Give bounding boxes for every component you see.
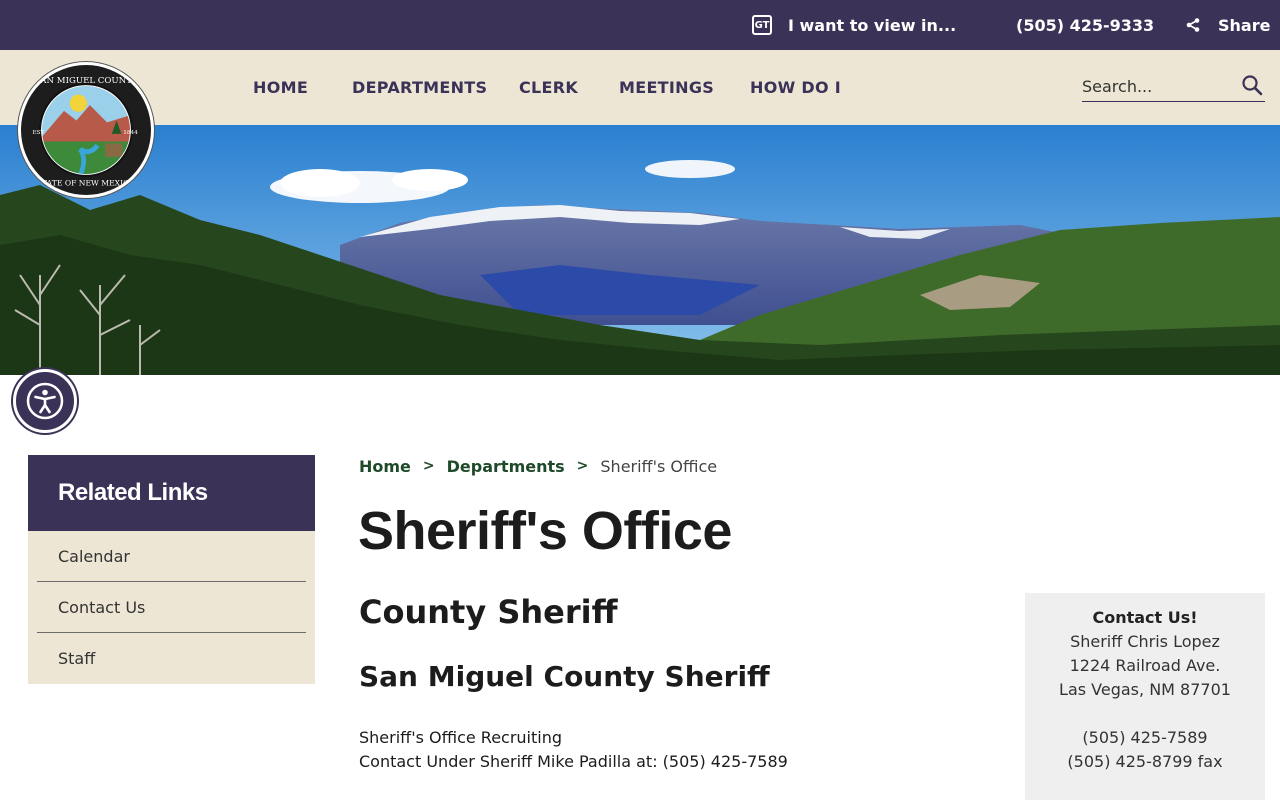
share-button[interactable]: Share — [1186, 0, 1270, 50]
accessibility-icon — [26, 382, 64, 420]
nav-how-do-i[interactable]: HOW DO I — [750, 50, 841, 125]
related-links-sidebar: Related Links Calendar Contact Us Staff — [28, 455, 315, 684]
section-heading-san-miguel-sheriff: San Miguel County Sheriff — [359, 660, 770, 693]
translate-label: I want to view in... — [788, 15, 957, 35]
breadcrumb-departments[interactable]: Departments — [447, 457, 565, 476]
contact-name: Sheriff Chris Lopez — [1070, 632, 1220, 651]
county-seal-logo[interactable]: SAN MIGUEL COUNTY STATE OF NEW MEXICO ES… — [18, 62, 154, 198]
breadcrumb-current: Sheriff's Office — [600, 456, 718, 476]
breadcrumb-separator: > — [422, 458, 435, 474]
sidebar-list: Calendar Contact Us Staff — [28, 531, 315, 684]
sidebar-item-staff[interactable]: Staff — [37, 633, 306, 684]
nav-departments[interactable]: DEPARTMENTS — [352, 50, 487, 125]
sidebar-item-calendar[interactable]: Calendar — [37, 531, 306, 582]
search-box — [1082, 72, 1265, 102]
nav-meetings[interactable]: MEETINGS — [619, 50, 714, 125]
breadcrumb-home[interactable]: Home — [359, 457, 411, 476]
contact-address-line1: 1224 Railroad Ave. — [1069, 656, 1221, 675]
hero-banner-image — [0, 125, 1280, 375]
seal-year: 1844 — [123, 130, 138, 136]
section-heading-county-sheriff: County Sheriff — [359, 593, 618, 631]
nav-clerk[interactable]: CLERK — [519, 50, 578, 125]
contact-fax: (505) 425-8799 fax — [1067, 752, 1223, 771]
utility-bar: GT I want to view in... (505) 425-9333 S… — [0, 0, 1280, 50]
sidebar-item-contact-us[interactable]: Contact Us — [37, 582, 306, 633]
share-label: Share — [1218, 15, 1271, 35]
recruiting-paragraph: Sheriff's Office Recruiting Contact Unde… — [359, 726, 788, 774]
search-input[interactable] — [1082, 72, 1232, 100]
recruiting-text: Sheriff's Office Recruiting — [359, 728, 563, 747]
sidebar-title: Related Links — [28, 455, 315, 531]
nav-home[interactable]: HOME — [253, 50, 308, 125]
translate-icon: GT — [752, 15, 772, 35]
contact-box-title: Contact Us! — [1092, 608, 1198, 627]
page-title: Sheriff's Office — [358, 501, 732, 561]
contact-spacer — [1025, 702, 1265, 726]
translate-button[interactable]: GT I want to view in... — [752, 0, 956, 50]
search-icon[interactable] — [1241, 74, 1263, 96]
seal-text-bottom: STATE OF NEW MEXICO — [37, 178, 135, 187]
breadcrumb: Home > Departments > Sheriff's Office — [359, 455, 717, 477]
seal-text-top: SAN MIGUEL COUNTY — [34, 76, 137, 86]
seal-est: EST — [32, 130, 44, 136]
share-icon — [1186, 18, 1200, 32]
accessibility-button[interactable] — [13, 369, 77, 433]
undersheriff-contact-text: Contact Under Sheriff Mike Padilla at: (… — [359, 752, 788, 771]
main-phone-link[interactable]: (505) 425-9333 — [1016, 0, 1154, 50]
contact-info-box: Contact Us! Sheriff Chris Lopez 1224 Rai… — [1025, 593, 1265, 800]
breadcrumb-separator: > — [576, 458, 589, 474]
contact-phone[interactable]: (505) 425-7589 — [1025, 726, 1265, 750]
contact-address-line2: Las Vegas, NM 87701 — [1059, 680, 1231, 699]
